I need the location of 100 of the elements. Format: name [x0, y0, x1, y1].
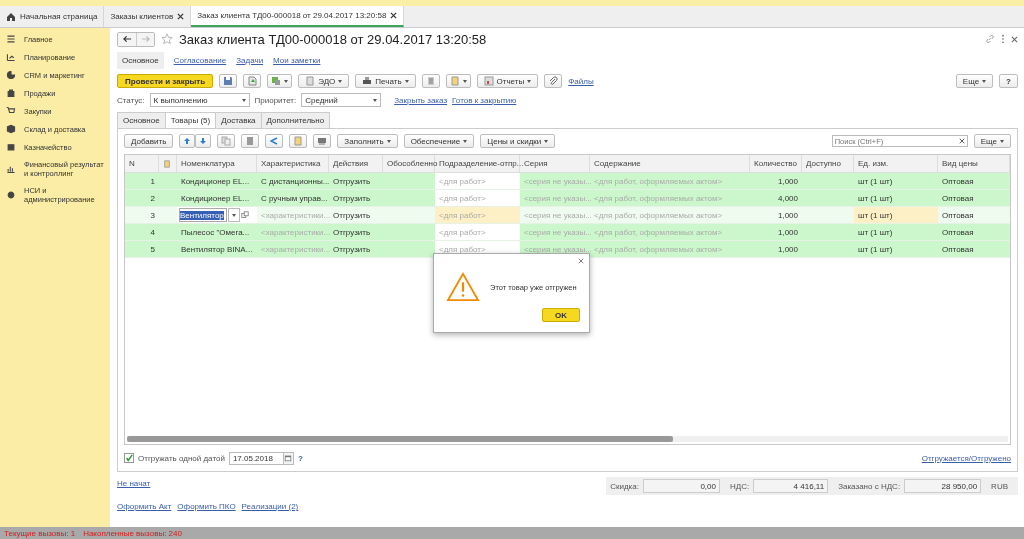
- action-link[interactable]: Закрыть заказ: [394, 95, 448, 105]
- post-and-close-button[interactable]: Провести и закрыть: [117, 74, 214, 88]
- create-based-button[interactable]: [267, 74, 293, 88]
- link-icon[interactable]: [985, 34, 995, 44]
- move-up-button[interactable]: [179, 134, 196, 148]
- status-field[interactable]: К выполнению: [149, 93, 250, 107]
- table-cell-text: 1,000: [776, 243, 799, 256]
- total-field: 28 950,00: [904, 479, 982, 493]
- table-row[interactable]: 5 Вентилятор BINA... <характеристики... Отгрузить <для работ> <серия не указы... <для работ, оформляемых актом> 1,000 шт (1 шт) Оптовая: [125, 241, 1010, 258]
- action-link[interactable]: Реализации (2): [241, 502, 299, 511]
- document-icon: [305, 76, 316, 86]
- help-link[interactable]: ?: [297, 453, 303, 463]
- table-cell-text: <для работ, оформляемых актом>: [593, 226, 724, 239]
- section-tab[interactable]: Задачи: [236, 52, 264, 69]
- print-button[interactable]: Печать: [355, 74, 416, 88]
- chart-icon: [6, 164, 16, 174]
- item-input-field[interactable]: Вентилятор: [179, 208, 227, 222]
- window-tab[interactable]: Начальная страница: [0, 6, 105, 27]
- column-header: Обособленно: [383, 155, 435, 172]
- table-cell-text: <для работ, оформляемых актом>: [593, 209, 724, 222]
- close-icon[interactable]: [177, 13, 185, 20]
- table-cell: <для работ>: [435, 207, 520, 223]
- form-tab[interactable]: Доставка: [215, 112, 262, 128]
- close-icon[interactable]: [390, 12, 398, 19]
- table-cell-text: Оптовая: [941, 175, 975, 188]
- move-down-button[interactable]: [195, 134, 212, 148]
- action-link[interactable]: Оформить ПКО: [177, 502, 236, 511]
- help-button[interactable]: ?: [999, 74, 1018, 88]
- table-row[interactable]: 3 Вентилятор <характеристики... Отгрузить <для работ> <серия не указы... <для работ, оформляемых актом> 1,000 шт (1 шт) Оптовая: [125, 207, 1010, 224]
- supply-button[interactable]: Обеспечение: [403, 134, 475, 148]
- fill-button[interactable]: Заполнить: [337, 134, 398, 148]
- table-cell-text: Пылесос "Омега...: [180, 226, 251, 239]
- bag-icon: [6, 88, 16, 98]
- action-link[interactable]: Готов к закрытию: [452, 95, 517, 105]
- table-cell-text: <серия не указы...: [523, 226, 590, 239]
- priority-field[interactable]: Средний: [301, 93, 382, 107]
- calendar-icon: [284, 454, 293, 462]
- action-link[interactable]: Оформить Акт: [117, 502, 172, 511]
- table-cell: <для работ>: [435, 173, 520, 189]
- prices-button[interactable]: Цены и скидки: [480, 134, 556, 148]
- post-button[interactable]: [243, 74, 262, 88]
- ok-button[interactable]: OK: [542, 308, 580, 322]
- table-cell-text: <характеристики...: [260, 226, 329, 239]
- section-tab[interactable]: Согласование: [173, 52, 227, 69]
- home-icon: [6, 11, 16, 22]
- clear-icon[interactable]: [958, 138, 965, 144]
- back-button[interactable]: [118, 32, 136, 46]
- star-icon[interactable]: [161, 33, 173, 45]
- checkbox[interactable]: [124, 453, 134, 463]
- more-icon[interactable]: [1001, 34, 1005, 44]
- arrow-down-icon: [199, 137, 208, 145]
- attach-button[interactable]: [544, 74, 563, 88]
- table-cell-text: шт (1 шт): [857, 243, 894, 256]
- table-cell-text: 3: [149, 209, 156, 222]
- more-button[interactable]: Еще: [955, 74, 994, 88]
- add-button[interactable]: Добавить: [124, 134, 174, 148]
- share-button[interactable]: [265, 134, 284, 148]
- total-label: Заказано с НДС:: [838, 481, 901, 491]
- table-row[interactable]: 2 Кондиционер EL... С ручным управ... Отгрузить <для работ> <серия не указы... <для работ, оформляемых актом> 4,000 шт (1 шт) Оптовая: [125, 190, 1010, 207]
- scan-button[interactable]: [313, 134, 332, 148]
- state-link[interactable]: Не начат: [117, 479, 299, 488]
- files-link[interactable]: Файлы: [568, 76, 594, 86]
- document-icon: [293, 136, 304, 146]
- more-button[interactable]: Еще: [973, 134, 1011, 148]
- document-button[interactable]: [445, 74, 471, 88]
- table-cell-text: С дистанционны...: [260, 175, 329, 188]
- reports-button[interactable]: Отчеты: [476, 74, 539, 88]
- paste-button[interactable]: [241, 134, 260, 148]
- shipping-link[interactable]: Отгружается/Отгружено: [921, 453, 1011, 463]
- open-icon[interactable]: [241, 211, 249, 219]
- column-header: Вид цены: [938, 155, 1010, 172]
- table-cell-text: 4: [149, 226, 156, 239]
- chart-icon: [6, 52, 16, 62]
- document-icon: [247, 76, 258, 86]
- window-tab[interactable]: Заказ клиента ТД00-000018 от 29.04.2017 13:20:58: [191, 6, 405, 27]
- section-tab[interactable]: Мои заметки: [273, 52, 321, 69]
- printer-icon: [362, 76, 373, 86]
- table-cell-text: 2: [149, 192, 156, 205]
- dropdown-button[interactable]: [228, 208, 240, 222]
- table-row[interactable]: 1 Кондиционер EL... С дистанционны... Отгрузить <для работ> <серия не указы... <для работ, оформляемых актом> 1,000 шт (1 шт) Оптовая: [125, 173, 1010, 190]
- save-button[interactable]: [219, 74, 238, 88]
- column-header: Характеристика: [257, 155, 329, 172]
- table-cell-text: Отгрузить: [332, 175, 372, 188]
- document-button[interactable]: [289, 134, 308, 148]
- total-field: 0,00: [642, 479, 720, 493]
- form-tab[interactable]: Товары (5): [164, 112, 217, 128]
- date-field[interactable]: 17.05.2018: [228, 451, 284, 465]
- section-tab[interactable]: Основное: [117, 52, 164, 69]
- column-header: Количество: [750, 155, 802, 172]
- list-button[interactable]: [421, 74, 440, 88]
- table-cell-text: <характеристики...: [260, 209, 329, 222]
- table-row[interactable]: 4 Пылесос "Омега... <характеристики... Отгрузить <для работ> <серия не указы... <для работ, оформляемых актом> 1,000 шт (1 шт) Оптовая: [125, 224, 1010, 241]
- calendar-button[interactable]: [282, 451, 294, 465]
- column-header: Ед. изм.: [854, 155, 938, 172]
- form-tab[interactable]: Основное: [117, 112, 166, 128]
- document-title: Заказ клиента ТД00-000018 от 29.04.2017 13:20:58: [179, 31, 487, 47]
- edo-button[interactable]: ЭДО: [298, 74, 350, 88]
- form-tab[interactable]: Дополнительно: [260, 112, 331, 128]
- close-icon[interactable]: [1011, 35, 1018, 43]
- scrollbar[interactable]: [127, 436, 1008, 442]
